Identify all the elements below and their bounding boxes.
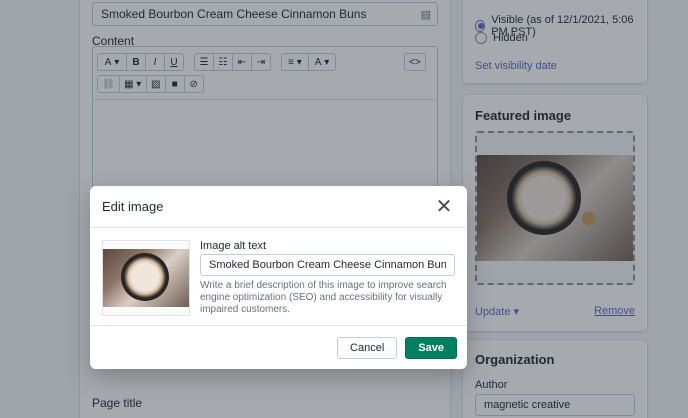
thumbnail-image [103,249,189,307]
modal-footer: Cancel Save [90,326,467,369]
modal-title: Edit image [102,199,164,214]
modal-header: Edit image ✕ [90,186,467,228]
alt-text-input[interactable] [200,254,455,276]
alt-text-help: Write a brief description of this image … [200,280,447,315]
cancel-button[interactable]: Cancel [337,336,398,359]
close-icon[interactable]: ✕ [435,197,453,217]
edit-image-modal: Edit image ✕ Image alt text Write a brie… [90,186,467,369]
save-button[interactable]: Save [405,336,457,359]
alt-text-label: Image alt text [200,240,267,252]
modal-body: Image alt text Write a brief description… [90,228,467,326]
image-thumbnail [102,240,190,316]
